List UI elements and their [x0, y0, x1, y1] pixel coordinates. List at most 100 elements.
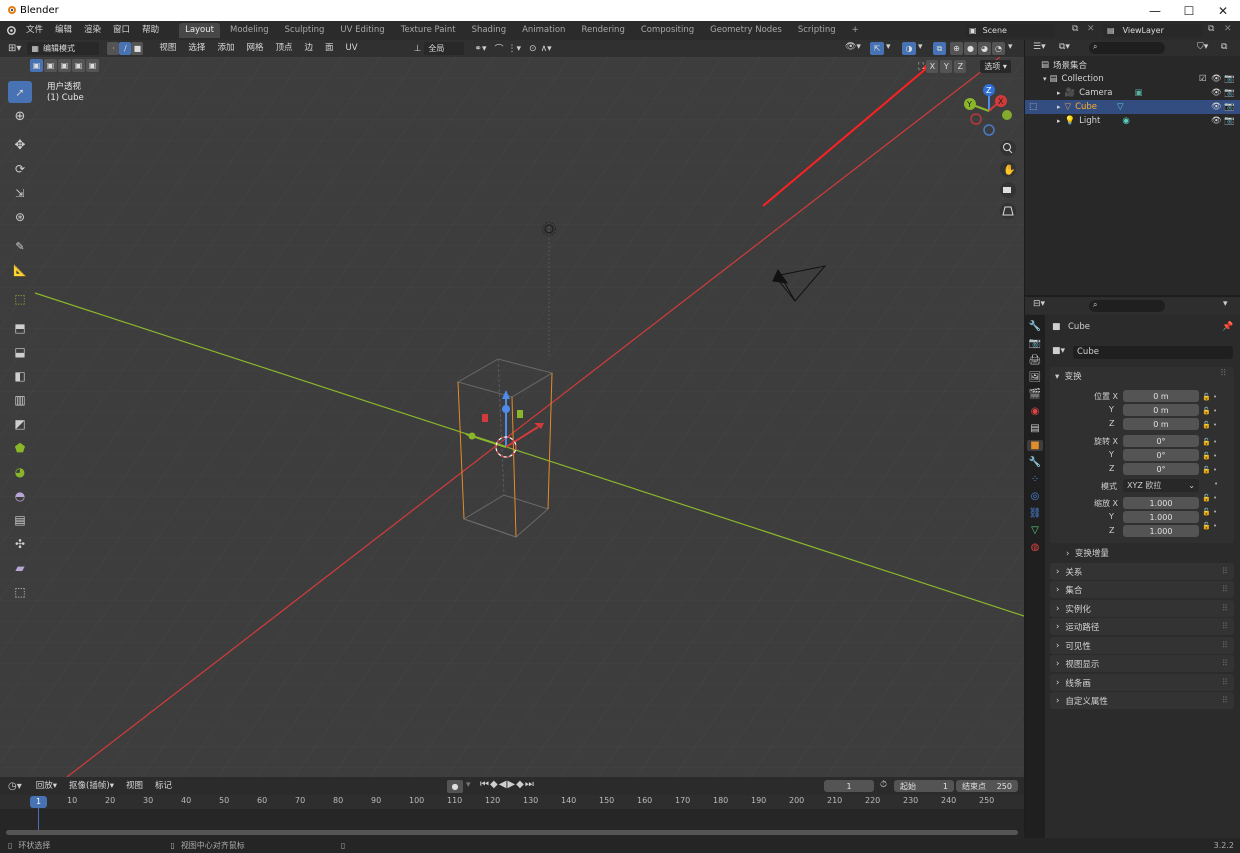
shear-tool[interactable]: ▰ [8, 557, 32, 579]
menu-edit[interactable]: 编辑 [49, 21, 78, 40]
filter-icon[interactable]: ⛉▾ [1197, 42, 1208, 52]
tab-modeling[interactable]: Modeling [224, 23, 275, 38]
outliner-item-cube[interactable]: ⬚ ▸ ▽ Cube ▽ 👁 📷 [1025, 100, 1240, 114]
visibility-eye-icon[interactable]: 👁 [1211, 74, 1222, 84]
panel-visibility[interactable]: › 可见性 ⠿ [1050, 637, 1234, 654]
panel-motion-paths[interactable]: › 运动路径 ⠿ [1050, 618, 1234, 635]
mesh-data-icon[interactable]: ▽ [1117, 102, 1124, 112]
remove-scene-icon[interactable]: ✕ [1087, 24, 1095, 34]
rendered-shading-icon[interactable]: ◔ [992, 42, 1005, 55]
transform-orientation-dropdown[interactable]: 全局 [424, 42, 465, 55]
scale-tool[interactable]: ⇲ [8, 182, 32, 204]
jump-start-icon[interactable]: ⏮ [480, 779, 490, 790]
measure-tool[interactable]: 📐 [8, 259, 32, 281]
outliner-collection[interactable]: ▾ ▤ Collection ☑ 👁 📷 [1025, 72, 1240, 86]
expand-arrow-icon[interactable]: ▸ [1057, 103, 1061, 111]
render-camera-icon[interactable]: 📷 [1224, 74, 1235, 84]
close-button[interactable]: ✕ [1206, 0, 1240, 21]
transform-tool[interactable]: ⊛ [8, 206, 32, 228]
material-tab-icon[interactable]: ◍ [1031, 542, 1040, 553]
world-tab-icon[interactable]: ◉ [1031, 406, 1040, 417]
next-keyframe-icon[interactable]: ◆ [516, 779, 525, 790]
lock-icon[interactable]: 🔓 • [1202, 404, 1226, 418]
snap-target-icon[interactable]: ⋮▾ [507, 44, 521, 54]
face-select-icon[interactable]: ■ [131, 42, 144, 55]
drag-handle-icon[interactable]: ⠿ [1222, 585, 1228, 595]
visibility-eye-icon[interactable]: 👁 [1211, 88, 1222, 98]
lock-icon[interactable]: 🔓 • [1202, 418, 1226, 432]
timeline-editor-icon[interactable]: ◷▾ [8, 781, 22, 792]
panel-line-art[interactable]: › 线条画 ⠿ [1050, 674, 1234, 691]
mirror-y-button[interactable]: Y [940, 60, 953, 73]
panel-collections[interactable]: › 集合 ⠿ [1050, 581, 1234, 598]
vp-menu-uv[interactable]: UV [340, 39, 364, 58]
data-tab-icon[interactable]: ▽ [1031, 525, 1039, 536]
keyframe-dropdown-icon[interactable]: ▾ [466, 780, 471, 790]
select-subtract-icon[interactable]: ▣ [58, 59, 71, 72]
vp-menu-edge[interactable]: 边 [298, 39, 319, 58]
drag-handle-icon[interactable]: ⠿ [1222, 567, 1228, 577]
location-y-field[interactable]: 0 m [1123, 404, 1199, 416]
panel-custom-properties[interactable]: › 自定义属性 ⠿ [1050, 692, 1234, 709]
edit-mode-indicator-icon[interactable]: ⬚ [1029, 102, 1037, 112]
playback-menu[interactable]: 回放▾ [30, 777, 63, 796]
shading-dropdown-icon[interactable]: ▾ [1008, 42, 1013, 52]
rip-tool[interactable]: ⬚ [8, 581, 32, 603]
tab-geometry-nodes[interactable]: Geometry Nodes [704, 23, 788, 38]
collection-tab-icon[interactable]: ▤ [1030, 423, 1039, 434]
end-frame-field[interactable]: 结束点 250 [956, 780, 1018, 792]
menu-help[interactable]: 帮助 [136, 21, 165, 40]
drag-handle-icon[interactable]: ⠿ [1222, 604, 1228, 614]
add-workspace-button[interactable]: + [846, 23, 865, 38]
lock-icon[interactable]: 🔓 • [1202, 449, 1226, 463]
drag-handle-icon[interactable]: ⠿ [1222, 696, 1228, 706]
tab-scripting[interactable]: Scripting [792, 23, 842, 38]
modifier-tab-icon[interactable]: 🔧 [1029, 457, 1041, 468]
current-frame-field[interactable]: 1 [824, 780, 874, 792]
panel-viewport-display[interactable]: › 视图显示 ⠿ [1050, 655, 1234, 672]
tab-uv-editing[interactable]: UV Editing [334, 23, 390, 38]
object-datablock-dropdown[interactable]: ■▾ [1052, 346, 1065, 356]
tab-animation[interactable]: Animation [516, 23, 571, 38]
pin-icon[interactable]: 📌 [1222, 322, 1233, 332]
tab-shading[interactable]: Shading [466, 23, 513, 38]
material-shading-icon[interactable]: ◕ [978, 42, 991, 55]
playhead-handle[interactable]: 1 [30, 796, 47, 808]
location-z-field[interactable]: 0 m [1123, 418, 1199, 430]
select-box-tool[interactable]: ➚ [8, 81, 32, 103]
stopwatch-icon[interactable]: ⏱ [880, 780, 887, 790]
render-tab-icon[interactable]: 📷 [1029, 338, 1041, 349]
poly-build-tool[interactable]: ⬟ [8, 437, 32, 459]
record-keyframe-icon[interactable]: ● [447, 780, 463, 793]
expand-arrow-icon[interactable]: ▸ [1057, 89, 1061, 97]
blender-menu-icon[interactable] [0, 25, 20, 36]
keying-menu[interactable]: 抠像(插帧)▾ [63, 777, 120, 796]
lock-icon[interactable]: 🔓 • [1202, 519, 1226, 533]
new-collection-icon[interactable]: ⧉ [1221, 42, 1227, 52]
outliner-editor-icon[interactable]: ☰▾ [1033, 42, 1046, 52]
display-mode-icon[interactable]: ⧉▾ [1059, 42, 1070, 52]
ortho-toggle-icon[interactable] [1000, 203, 1016, 219]
timeline-area[interactable]: 10 20 30 40 50 60 70 80 90 100 110 120 130 140 150 160 1… [0, 795, 1024, 838]
render-camera-icon[interactable]: 📷 [1224, 116, 1235, 126]
options-dropdown[interactable]: 选项 ▾ [980, 60, 1011, 73]
physics-tab-icon[interactable]: ◎ [1031, 491, 1040, 502]
edge-select-icon[interactable]: / [119, 42, 132, 55]
vertex-select-icon[interactable]: · [107, 42, 120, 55]
scene-selector[interactable]: ▣ Scene [965, 24, 1055, 37]
rotation-x-field[interactable]: 0° [1123, 435, 1199, 447]
light-data-icon[interactable]: ◉ [1122, 116, 1129, 126]
drag-handle-icon[interactable]: ⠿ [1222, 659, 1228, 669]
prev-keyframe-icon[interactable]: ◆ [490, 779, 499, 790]
properties-editor-icon[interactable]: ⊟▾ [1033, 299, 1045, 309]
timeline-marker-menu[interactable]: 标记 [149, 777, 178, 796]
render-camera-icon[interactable]: 📷 [1224, 102, 1235, 112]
tool-tab-icon[interactable]: 🔧 [1029, 321, 1041, 332]
rotation-y-field[interactable]: 0° [1123, 449, 1199, 461]
mirror-z-button[interactable]: Z [954, 60, 967, 73]
mirror-x-button[interactable]: X [926, 60, 939, 73]
tab-compositing[interactable]: Compositing [635, 23, 700, 38]
camera-data-icon[interactable]: ▣ [1134, 88, 1142, 98]
editor-type-icon[interactable]: ⊞▾ [8, 43, 21, 54]
lock-icon[interactable]: 🔓 • [1202, 435, 1226, 449]
